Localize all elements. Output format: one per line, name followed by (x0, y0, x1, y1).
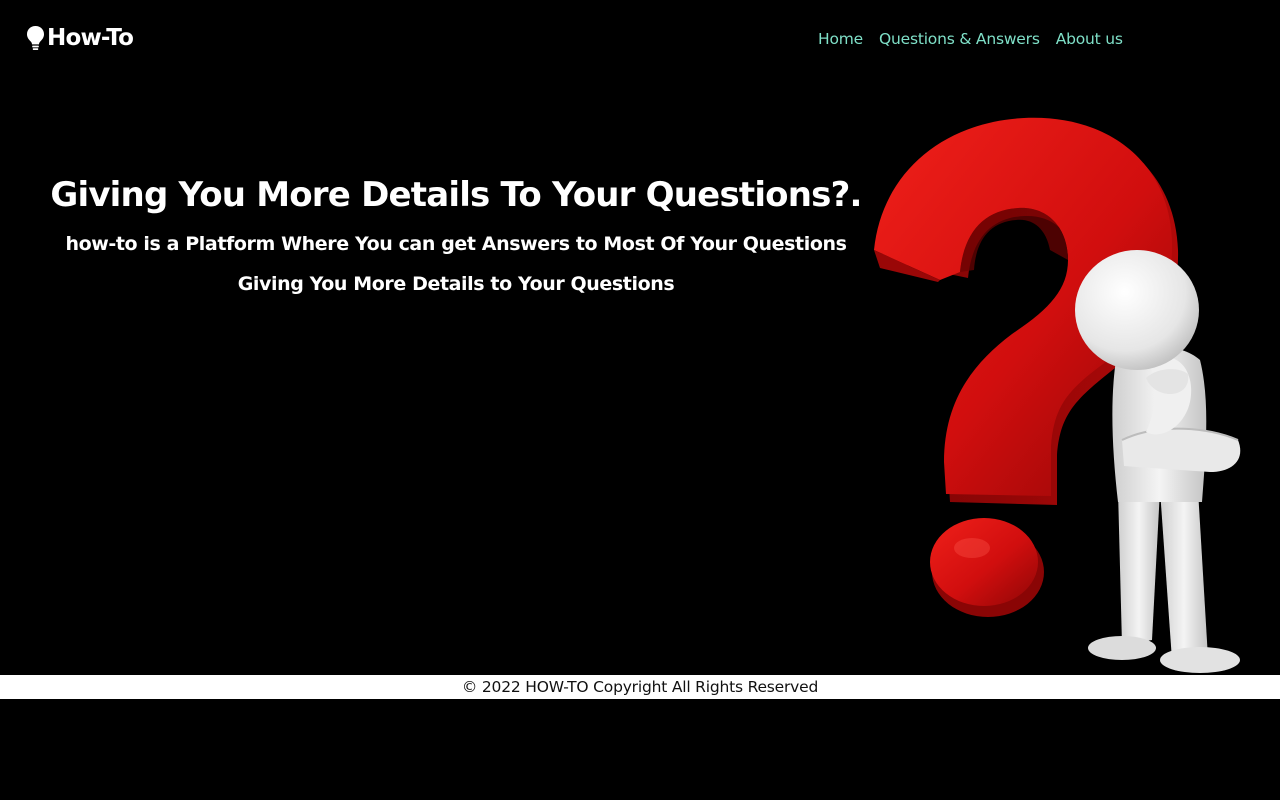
main-nav: Home Questions & Answers About us (818, 30, 1139, 48)
hero-title: Giving You More Details To Your Question… (50, 175, 862, 215)
nav-link-questions-answers[interactable]: Questions & Answers (879, 30, 1040, 48)
hero-section: Giving You More Details To Your Question… (40, 172, 872, 304)
page: How-To Home Questions & Answers About us… (0, 0, 1280, 800)
nav-link-about-us[interactable]: About us (1056, 30, 1123, 48)
hero-subtitle: how-to is a Platform Where You can get A… (65, 233, 847, 295)
lightbulb-icon (26, 25, 45, 51)
brand-name: How-To (47, 25, 134, 51)
footer-copyright: © 2022 HOW-TO Copyright All Rights Reser… (0, 675, 1280, 699)
question-mark-figure-illustration (860, 110, 1280, 680)
brand-logo-link[interactable]: How-To (26, 25, 134, 51)
nav-link-home[interactable]: Home (818, 30, 863, 48)
